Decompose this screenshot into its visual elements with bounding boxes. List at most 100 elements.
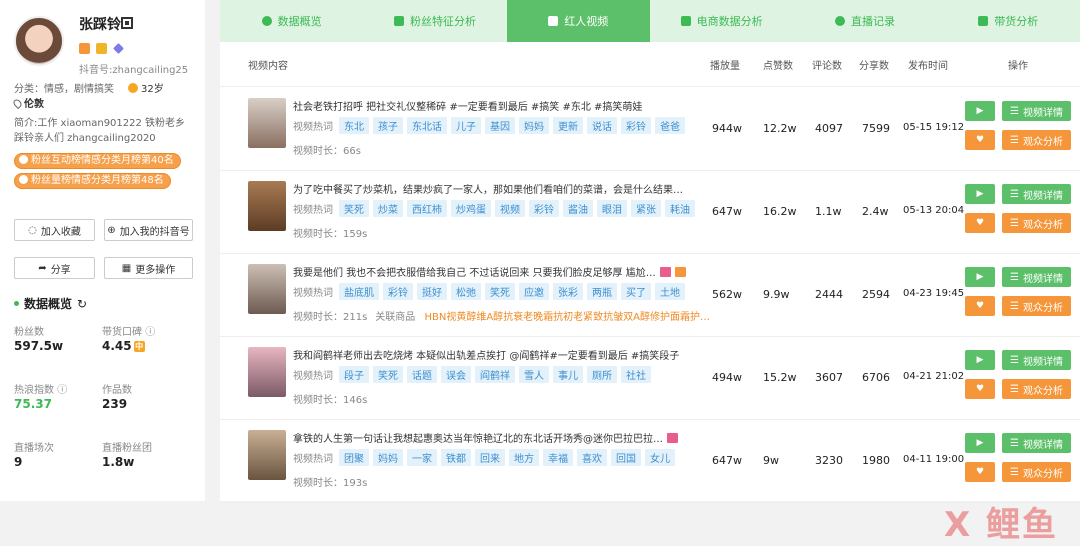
- info-icon[interactable]: ⓘ: [57, 385, 67, 396]
- heart-button[interactable]: ♥: [965, 213, 995, 233]
- hot-word-tag[interactable]: 儿子: [451, 117, 481, 134]
- video-detail-button[interactable]: ☰ 视频详情: [1002, 350, 1071, 370]
- tab-fans[interactable]: 粉丝特征分析: [363, 0, 506, 42]
- hot-word-tag[interactable]: 误会: [441, 366, 471, 383]
- hot-word-tag[interactable]: 东北: [339, 117, 369, 134]
- video-title[interactable]: 拿铁的人生第一句话让我想起惠奥达当年惊艳辽北的东北话开场秀@迷你巴拉巴拉…: [293, 430, 678, 445]
- heart-button[interactable]: ♥: [965, 296, 995, 316]
- video-detail-button[interactable]: ☰ 视频详情: [1002, 267, 1071, 287]
- hot-word-tag[interactable]: 松弛: [451, 283, 481, 300]
- heart-button[interactable]: ♥: [965, 130, 995, 150]
- qrcode-icon[interactable]: [121, 17, 133, 29]
- col-shares[interactable]: 分享数: [859, 57, 889, 72]
- tab-videos[interactable]: 红人视频: [506, 0, 650, 42]
- tab-live[interactable]: 直播记录: [793, 0, 936, 42]
- hot-word-tag[interactable]: 回来: [475, 449, 505, 466]
- hot-word-tag[interactable]: 彩铃: [621, 117, 651, 134]
- heart-button[interactable]: ♥: [965, 379, 995, 399]
- hot-word-tag[interactable]: 炒菜: [373, 200, 403, 217]
- hot-word-tag[interactable]: 厕所: [587, 366, 617, 383]
- play-button[interactable]: ▶: [965, 101, 995, 121]
- hot-word-tag[interactable]: 应邀: [519, 283, 549, 300]
- add-my-account-button[interactable]: ⊕ 加入我的抖音号: [104, 219, 193, 241]
- hot-word-tag[interactable]: 紧张: [631, 200, 661, 217]
- hot-word-tag[interactable]: 说话: [587, 117, 617, 134]
- hot-word-tag[interactable]: 妈妈: [519, 117, 549, 134]
- video-thumbnail[interactable]: [248, 264, 286, 314]
- audience-analysis-button[interactable]: ☰ 观众分析: [1002, 213, 1071, 233]
- hot-word-tag[interactable]: 笑死: [339, 200, 369, 217]
- col-likes[interactable]: 点赞数: [763, 57, 793, 72]
- hot-word-tag[interactable]: 社社: [621, 366, 651, 383]
- tab-ecommerce[interactable]: 电商数据分析: [650, 0, 793, 42]
- hot-word-tag[interactable]: 回国: [611, 449, 641, 466]
- hot-word-tag[interactable]: 事儿: [553, 366, 583, 383]
- col-date[interactable]: 发布时间: [908, 57, 948, 72]
- hot-word-tag[interactable]: 笑死: [485, 283, 515, 300]
- hot-word-tag[interactable]: 两瓶: [587, 283, 617, 300]
- play-button[interactable]: ▶: [965, 184, 995, 204]
- hot-word-tag[interactable]: 地方: [509, 449, 539, 466]
- hot-word-tag[interactable]: 女儿: [645, 449, 675, 466]
- play-button[interactable]: ▶: [965, 433, 995, 453]
- hot-word-tag[interactable]: 西红柿: [407, 200, 447, 217]
- share-button[interactable]: ➦ 分享: [14, 257, 95, 279]
- hot-word-tag[interactable]: 炒鸡蛋: [451, 200, 491, 217]
- video-title[interactable]: 我和阎鹤祥老师出去吃烧烤 本疑似出轨差点挨打 @阎鹤祥#一定要看到最后 #搞笑段…: [293, 347, 679, 362]
- refresh-icon[interactable]: ↻: [77, 297, 87, 311]
- video-thumbnail[interactable]: [248, 347, 286, 397]
- hot-word-tag[interactable]: 盐底肌: [339, 283, 379, 300]
- more-actions-button[interactable]: ▦ 更多操作: [104, 257, 193, 279]
- hot-word-tag[interactable]: 东北话: [407, 117, 447, 134]
- video-title[interactable]: 为了吃中餐买了炒菜机，结果炒疯了一家人，那如果他们看咱们的菜谱，会是什么结果…: [293, 181, 683, 196]
- video-title[interactable]: 社会老铁打招呼 把社交礼仪整稀碎 #一定要看到最后 #搞笑 #东北 #搞笑萌娃: [293, 98, 642, 113]
- play-button[interactable]: ▶: [965, 350, 995, 370]
- hot-word-tag[interactable]: 一家: [407, 449, 437, 466]
- audience-analysis-button[interactable]: ☰ 观众分析: [1002, 462, 1071, 482]
- hot-word-tag[interactable]: 段子: [339, 366, 369, 383]
- col-comments[interactable]: 评论数: [812, 57, 842, 72]
- hot-word-tag[interactable]: 挺好: [417, 283, 447, 300]
- audience-analysis-button[interactable]: ☰ 观众分析: [1002, 296, 1071, 316]
- tab-overview[interactable]: 数据概览: [220, 0, 363, 42]
- video-thumbnail[interactable]: [248, 430, 286, 480]
- hot-word-tag[interactable]: 土地: [655, 283, 685, 300]
- hot-word-tag[interactable]: 耗油: [665, 200, 695, 217]
- hot-word-tag[interactable]: 视频: [495, 200, 525, 217]
- goods-link[interactable]: HBN视黄醇维A醇抗衰老晚霜抗初老紧致抗皱双A醇修护面霜护…: [424, 312, 710, 323]
- hot-word-tag[interactable]: 基因: [485, 117, 515, 134]
- hot-word-tag[interactable]: 喜欢: [577, 449, 607, 466]
- hot-word-tag[interactable]: 更新: [553, 117, 583, 134]
- col-plays[interactable]: 播放量: [710, 57, 740, 72]
- add-favorite-button[interactable]: ◌ 加入收藏: [14, 219, 95, 241]
- hot-word-tag[interactable]: 雪人: [519, 366, 549, 383]
- hot-word-tag[interactable]: 妈妈: [373, 449, 403, 466]
- avatar[interactable]: [14, 16, 64, 66]
- hot-word-tag[interactable]: 阎鹤祥: [475, 366, 515, 383]
- video-title[interactable]: 我要是他们 我也不会把衣服借给我自己 不过话说回来 只要我们脸皮足够厚 尴尬…: [293, 264, 686, 279]
- hot-word-tag[interactable]: 酱油: [563, 200, 593, 217]
- hot-word-tag[interactable]: 彩铃: [529, 200, 559, 217]
- hot-word-tag[interactable]: 张彩: [553, 283, 583, 300]
- hot-word-tag[interactable]: 孩子: [373, 117, 403, 134]
- video-thumbnail[interactable]: [248, 98, 286, 148]
- video-detail-button[interactable]: ☰ 视频详情: [1002, 184, 1071, 204]
- hot-word-tag[interactable]: 铁都: [441, 449, 471, 466]
- play-button[interactable]: ▶: [965, 267, 995, 287]
- hot-word-tag[interactable]: 彩铃: [383, 283, 413, 300]
- hot-word-tag[interactable]: 团聚: [339, 449, 369, 466]
- hot-word-tag[interactable]: 话题: [407, 366, 437, 383]
- audience-analysis-button[interactable]: ☰ 观众分析: [1002, 379, 1071, 399]
- video-detail-button[interactable]: ☰ 视频详情: [1002, 433, 1071, 453]
- tab-sales[interactable]: 带货分析: [937, 0, 1080, 42]
- hot-word-tag[interactable]: 幸福: [543, 449, 573, 466]
- video-thumbnail[interactable]: [248, 181, 286, 231]
- video-detail-button[interactable]: ☰ 视频详情: [1002, 101, 1071, 121]
- hot-word-tag[interactable]: 笑死: [373, 366, 403, 383]
- audience-analysis-button[interactable]: ☰ 观众分析: [1002, 130, 1071, 150]
- hot-word-tag[interactable]: 爸爸: [655, 117, 685, 134]
- heart-button[interactable]: ♥: [965, 462, 995, 482]
- info-icon[interactable]: ⓘ: [145, 327, 155, 338]
- hot-word-tag[interactable]: 眼泪: [597, 200, 627, 217]
- hot-word-tag[interactable]: 买了: [621, 283, 651, 300]
